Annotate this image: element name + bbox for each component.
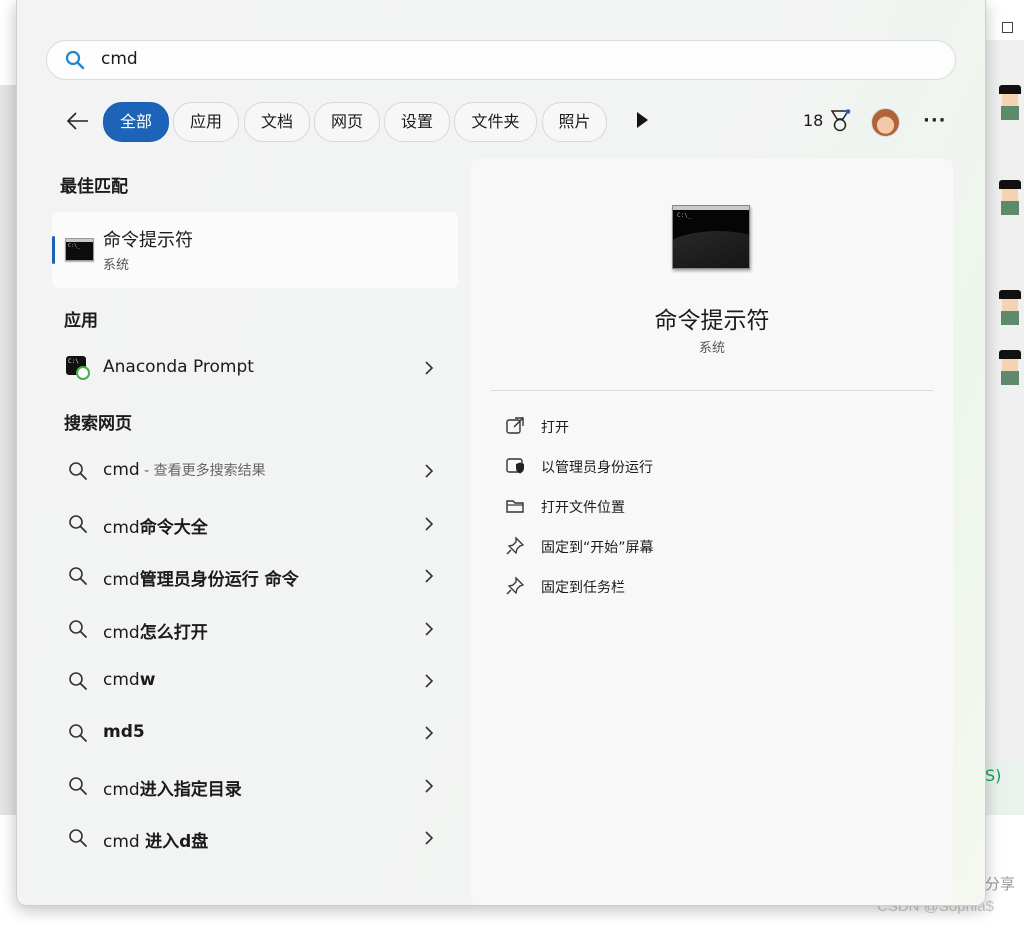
best-match-name: 命令提示符	[103, 230, 193, 251]
web-result-label: cmdw	[103, 670, 156, 690]
command-prompt-icon: C:\_	[672, 205, 750, 269]
chevron-right-icon[interactable]	[424, 360, 434, 380]
search-box[interactable]: cmd	[46, 40, 956, 80]
back-arrow-icon[interactable]	[65, 108, 91, 134]
search-icon	[68, 461, 88, 485]
search-icon	[68, 671, 88, 695]
action-label: 打开	[541, 420, 569, 436]
best-match-type: 系统	[103, 258, 130, 273]
background-character-image	[995, 85, 1024, 125]
background-window-left-edge	[0, 85, 16, 825]
app-item-anaconda-prompt[interactable]: Anaconda Prompt	[52, 346, 458, 390]
open-external-icon	[505, 416, 525, 440]
chevron-right-icon[interactable]	[424, 673, 434, 693]
web-result-item[interactable]: cmd怎么打开	[52, 607, 458, 651]
action-open-file-location[interactable]: 打开文件位置	[505, 491, 905, 521]
chevron-right-icon[interactable]	[424, 621, 434, 641]
background-checkbox[interactable]	[1002, 22, 1013, 33]
search-icon	[68, 723, 88, 747]
tab-web[interactable]: 网页	[314, 102, 380, 142]
web-result-item[interactable]: cmd进入指定目录	[52, 764, 458, 808]
action-label: 固定到任务栏	[541, 580, 625, 596]
medal-icon[interactable]	[829, 109, 851, 137]
best-match-item[interactable]: 命令提示符 系统	[52, 212, 458, 288]
search-icon	[65, 50, 85, 74]
action-label: 打开文件位置	[541, 500, 625, 516]
chevron-right-icon[interactable]	[424, 516, 434, 536]
search-icon	[68, 776, 88, 800]
selection-indicator	[52, 236, 55, 264]
web-result-label: md5	[103, 722, 145, 742]
background-character-image	[995, 180, 1024, 220]
action-pin-to-taskbar[interactable]: 固定到任务栏	[505, 571, 905, 601]
chevron-right-icon[interactable]	[424, 463, 434, 483]
preview-title: 命令提示符	[654, 308, 770, 334]
web-result-label: cmd管理员身份运行 命令	[103, 570, 299, 590]
pin-icon	[505, 576, 525, 600]
background-share-text[interactable]: 分享	[985, 873, 1015, 894]
background-character-image	[995, 350, 1024, 390]
web-result-item[interactable]: cmd命令大全	[52, 502, 458, 546]
background-character-image	[995, 290, 1024, 330]
web-result-item[interactable]: md5	[52, 711, 458, 755]
play-icon[interactable]	[637, 112, 648, 128]
divider	[491, 390, 933, 391]
more-options-icon[interactable]: ···	[923, 110, 947, 131]
action-run-as-admin[interactable]: 以管理员身份运行	[505, 451, 905, 481]
search-icon	[68, 828, 88, 852]
preview-pane: C:\_ 命令提示符 系统 打开 以管理员身份运行 打开文件位置 固定到“开始”…	[471, 159, 953, 905]
section-title-best-match: 最佳匹配	[60, 177, 128, 197]
web-result-label: cmd命令大全	[103, 518, 208, 538]
tab-documents[interactable]: 文档	[244, 102, 310, 142]
action-label: 以管理员身份运行	[541, 460, 653, 476]
preview-subtitle: 系统	[698, 341, 725, 356]
web-result-item[interactable]: cmd - 查看更多搜索结果	[52, 449, 458, 493]
anaconda-prompt-icon	[66, 356, 90, 380]
action-pin-to-start[interactable]: 固定到“开始”屏幕	[505, 531, 905, 561]
pin-icon	[505, 536, 525, 560]
tab-all[interactable]: 全部	[103, 102, 169, 142]
search-icon	[68, 619, 88, 643]
web-result-label: cmd进入指定目录	[103, 780, 242, 800]
chevron-right-icon[interactable]	[424, 725, 434, 745]
rewards-points[interactable]: 18	[803, 111, 823, 130]
command-prompt-icon	[65, 238, 94, 261]
section-title-web-search: 搜索网页	[64, 414, 132, 434]
action-open[interactable]: 打开	[505, 411, 905, 441]
web-result-item[interactable]: cmd管理员身份运行 命令	[52, 554, 458, 598]
shield-admin-icon	[505, 456, 525, 480]
web-result-label: cmd 进入d盘	[103, 832, 209, 852]
search-icon	[68, 514, 88, 538]
search-icon	[68, 566, 88, 590]
avatar[interactable]	[871, 108, 900, 137]
tab-folders[interactable]: 文件夹	[454, 102, 537, 142]
tab-settings[interactable]: 设置	[384, 102, 450, 142]
tab-photos[interactable]: 照片	[542, 102, 607, 142]
search-input[interactable]: cmd	[101, 49, 138, 69]
web-result-label: cmd怎么打开	[103, 623, 208, 643]
chevron-right-icon[interactable]	[424, 568, 434, 588]
chevron-right-icon[interactable]	[424, 778, 434, 798]
folder-icon	[505, 496, 525, 520]
chevron-right-icon[interactable]	[424, 830, 434, 850]
app-item-label: Anaconda Prompt	[103, 357, 254, 377]
search-panel: cmd 全部 应用 文档 网页 设置 文件夹 照片 18 ··· 最佳匹配 命令…	[16, 0, 986, 906]
action-label: 固定到“开始”屏幕	[541, 540, 654, 556]
web-result-label: cmd - 查看更多搜索结果	[103, 460, 266, 480]
background-window-right-edge	[985, 40, 1024, 760]
web-result-item[interactable]: cmd 进入d盘	[52, 816, 458, 860]
tab-apps[interactable]: 应用	[173, 102, 239, 142]
background-green-text: S)	[985, 766, 1002, 785]
web-result-item[interactable]: cmdw	[52, 659, 458, 703]
section-title-apps: 应用	[64, 311, 98, 331]
